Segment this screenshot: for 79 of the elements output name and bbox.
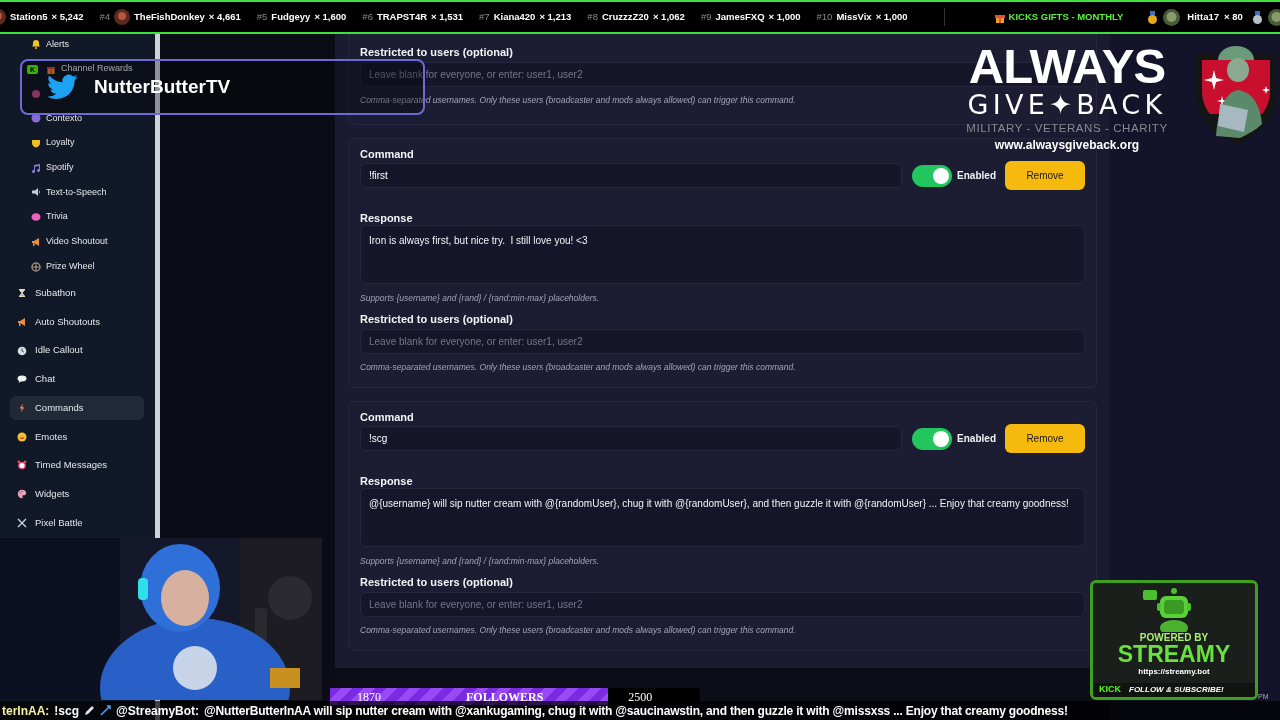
input-field[interactable]: !first	[360, 163, 903, 188]
platform-label: KICK	[1099, 683, 1121, 697]
sidebar-item[interactable]: Loyalty	[46, 136, 75, 150]
rank-text: #6	[362, 9, 373, 24]
leaderboard-name: Station5	[10, 9, 48, 24]
leaderboard-name: TRAPST4R	[376, 9, 428, 24]
sidebar-item[interactable]: Auto Shoutouts	[10, 309, 144, 334]
toggle-label: Enabled	[957, 169, 996, 183]
input-field[interactable]: !scg	[360, 426, 903, 451]
sidebar-item[interactable]: Subathon	[10, 281, 144, 306]
leaderboard-name: CruzzzZ20	[601, 9, 649, 24]
leaderboard-amount: × 1,062	[652, 9, 685, 24]
remove-button[interactable]: Remove	[1005, 424, 1085, 453]
logo-url: www.alwaysgiveback.org	[994, 137, 1140, 154]
sidebar-item[interactable]: Commands	[10, 395, 144, 420]
rank-text: #4	[99, 9, 111, 24]
leaderboard-amount: × 4,661	[208, 9, 241, 24]
remove-button[interactable]: Remove	[1005, 161, 1085, 190]
help-text: Comma-separated usernames. Only these users (broadcaster and mods always allowed) can trigger this command.	[360, 625, 797, 636]
badge-text: FOLLOW & SUBSCRIBE!	[1129, 684, 1224, 696]
leaderboard-name: MissVix	[836, 9, 872, 24]
input-field[interactable]: Leave blank for everyone, or enter: user1, user2	[360, 592, 1085, 617]
sidebar-item[interactable]: Alerts	[46, 37, 69, 52]
goal-current: 1870	[357, 688, 381, 705]
chat-username: terInAA:	[2, 702, 50, 720]
sidebar-item[interactable]: Widgets	[10, 482, 144, 507]
sidebar-item[interactable]: Pixel Battle	[10, 510, 144, 535]
leaderboard-name: Fudgeyy	[271, 9, 311, 24]
leaderboard-amount: × 5,242	[51, 9, 84, 24]
field-label: Restricted to users (optional)	[360, 575, 514, 589]
rank-text: #7	[479, 9, 490, 24]
leaderboard-amount: × 1,213	[539, 9, 572, 24]
sidebar-item[interactable]: Emotes	[10, 424, 144, 449]
badge-brand: STREAMY	[1117, 643, 1231, 666]
sidebar-item[interactable]: Text-to-Speech	[46, 185, 107, 200]
badge-text: POWERED BY	[1139, 632, 1209, 643]
leaderboard-amount: × 80	[1224, 9, 1243, 24]
leaderboard-name: Kiana420	[493, 9, 536, 24]
sidebar-item[interactable]: Spotify	[46, 161, 74, 175]
logo-text: GIVE✦BACK	[967, 90, 1167, 120]
leaderboard-amount: × 1,600	[314, 9, 347, 24]
field-label: Command	[360, 410, 415, 424]
badge-url: https://streamy.bot	[1138, 666, 1210, 678]
gifts-title: KICKS GIFTS - MONTHLY	[1008, 9, 1124, 24]
response-field[interactable]: @{username} will sip nutter cream with @{randomUser}, chug it with @{randomUser}, and then guzzle it with @{randomUser} ... Enjoy that creamy goodness!	[360, 488, 1085, 547]
sidebar-item[interactable]: Timed Messages	[10, 453, 144, 478]
goal-target: 2500	[628, 688, 653, 705]
leaderboard-name: JamesFXQ	[715, 9, 765, 24]
logo-tagline: MILITARY - VETERANS - CHARITY	[966, 121, 1168, 136]
help-text: Comma-separated usernames. Only these users (broadcaster and mods always allowed) can trigger this command.	[360, 362, 797, 373]
sidebar-item[interactable]: Trivia	[46, 210, 68, 224]
field-label: Command	[360, 147, 415, 161]
chat-message: @NutterButterInAA will sip nutter cream with @xankugaming, chug it with @saucinawstin, and then guzzle it with @missxss ... Enjoy that creamy goodness!	[204, 702, 1068, 720]
rank-text: #9	[700, 9, 712, 24]
leaderboard-amount: × 1,000	[768, 9, 801, 24]
leaderboard-amount: × 1,531	[431, 9, 464, 24]
sidebar-item[interactable]: Video Shoutout	[46, 235, 108, 249]
rank-text: #8	[587, 9, 598, 24]
response-field[interactable]: Iron is always first, but nice try. I still love you! <3	[360, 225, 1085, 284]
field-label: Response	[360, 211, 414, 225]
leaderboard-name: TheFishDonkey	[134, 9, 205, 24]
chat-message: !scg	[54, 702, 80, 720]
toggle-label: Enabled	[957, 432, 996, 446]
field-label: Restricted to users (optional)	[360, 312, 514, 326]
help-text: Supports {username} and {rand} / {rand:min-max} placeholders.	[360, 293, 601, 304]
input-field[interactable]: Leave blank for everyone, or enter: user1, user2	[360, 329, 1085, 354]
help-text: Supports {username} and {rand} / {rand:min-max} placeholders.	[360, 556, 601, 567]
rank-text: #10	[816, 9, 833, 24]
field-label: Response	[360, 474, 414, 488]
sidebar-item[interactable]: Idle Callout	[10, 338, 144, 363]
leaderboard-amount: × 1,000	[875, 9, 908, 24]
chat-username: @StreamyBot:	[116, 702, 200, 720]
sidebar-item[interactable]: Contexto	[46, 111, 83, 126]
field-label: Restricted to users (optional)	[360, 45, 514, 59]
rank-text: #5	[256, 9, 268, 24]
sidebar-item[interactable]: Prize Wheel	[46, 259, 95, 274]
sidebar-item[interactable]: Chat	[10, 367, 144, 392]
leaderboard-name: Hitta17	[1187, 9, 1219, 24]
goal-label: FOLLOWERS	[466, 688, 544, 705]
